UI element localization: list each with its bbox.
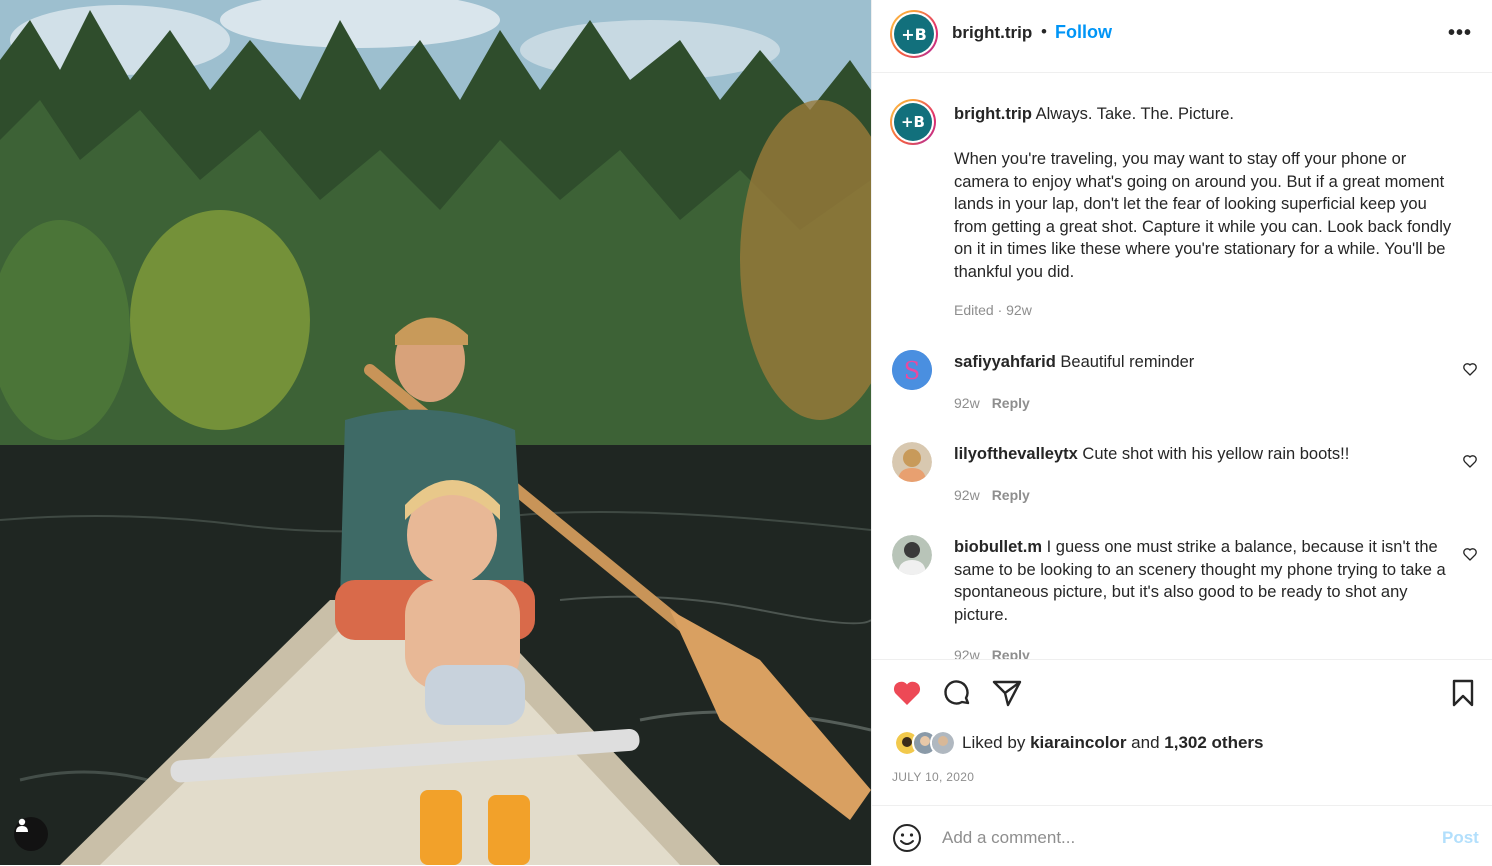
comments-list[interactable]: +B bright.trip Always. Take. The. Pictur…	[872, 73, 1492, 659]
caption-body: When you're traveling, you may want to s…	[954, 150, 1452, 281]
comment-avatar[interactable]	[892, 535, 932, 575]
likes-text: Liked by kiaraincolor and 1,302 others	[962, 733, 1264, 753]
comment-username[interactable]: lilyofthevalleytx	[954, 445, 1078, 463]
comment-text: Cute shot with his yellow rain boots!!	[1082, 445, 1350, 463]
comment-age: 92w	[954, 487, 980, 503]
emoji-icon[interactable]	[892, 823, 922, 853]
comment-avatar[interactable]	[892, 442, 932, 482]
comment-text-line: safiyyahfarid Beautiful reminder	[954, 351, 1454, 374]
reply-button[interactable]: Reply	[992, 487, 1030, 503]
likes-user[interactable]: kiaraincolor	[1030, 733, 1126, 752]
more-icon[interactable]: •••	[1448, 22, 1472, 45]
comment-icon[interactable]	[941, 677, 973, 709]
comment-avatar[interactable]: S	[892, 350, 932, 390]
caption-avatar[interactable]: +B	[890, 99, 936, 145]
likes-summary[interactable]: Liked by kiaraincolor and 1,302 others	[894, 730, 1264, 756]
reply-button[interactable]: Reply	[992, 647, 1030, 659]
comment-text-block: biobullet.m I guess one must strike a ba…	[954, 536, 1454, 626]
photo-illustration	[0, 0, 871, 865]
comment-text: Beautiful reminder	[1060, 353, 1195, 371]
heart-outline-icon[interactable]	[1462, 361, 1478, 377]
comment-input[interactable]	[940, 820, 1424, 856]
heart-outline-icon[interactable]	[1462, 453, 1478, 469]
share-icon[interactable]	[991, 677, 1023, 709]
reply-button[interactable]: Reply	[992, 395, 1030, 411]
comment-text-line: lilyofthevalleytx Cute shot with his yel…	[954, 443, 1454, 466]
caption-title-line: bright.trip Always. Take. The. Picture.	[954, 103, 1454, 126]
heart-outline-icon[interactable]	[1462, 546, 1478, 562]
heart-filled-icon[interactable]	[891, 677, 923, 709]
comment-meta: 92w Reply	[954, 395, 1030, 411]
liker-avatar	[930, 730, 956, 756]
separator-dot: •	[1041, 22, 1047, 41]
caption-title: Always. Take. The. Picture.	[1035, 105, 1234, 123]
post-header: +B bright.trip • Follow •••	[872, 0, 1492, 73]
comment-meta: 92w Reply	[954, 487, 1030, 503]
caption-meta: Edited · 92w	[954, 302, 1032, 318]
likes-middle: and	[1131, 733, 1160, 752]
post-date[interactable]: JULY 10, 2020	[892, 770, 974, 784]
bookmark-icon[interactable]	[1447, 677, 1479, 709]
post-side-panel: +B bright.trip • Follow ••• +B bright.tr…	[872, 0, 1492, 865]
author-username[interactable]: bright.trip	[952, 23, 1032, 43]
svg-text:S: S	[904, 357, 920, 385]
comment-username[interactable]: safiyyahfarid	[954, 353, 1056, 371]
caption-username[interactable]: bright.trip	[954, 105, 1032, 123]
comment-username[interactable]: biobullet.m	[954, 538, 1042, 556]
caption-avatar-letter: +B	[894, 103, 932, 141]
likes-prefix: Liked by	[962, 733, 1026, 752]
post-comment-button[interactable]: Post	[1442, 828, 1479, 848]
follow-button[interactable]: Follow	[1055, 22, 1112, 43]
likes-others[interactable]: 1,302 others	[1164, 733, 1263, 752]
comment-age: 92w	[954, 395, 980, 411]
comment-composer: Post	[872, 805, 1492, 866]
comment-age: 92w	[954, 647, 980, 659]
post-photo[interactable]	[0, 0, 871, 865]
post-actions: Liked by kiaraincolor and 1,302 others J…	[872, 659, 1492, 806]
author-avatar-letter: +B	[894, 14, 934, 54]
comment-meta: 92w Reply	[954, 647, 1030, 659]
author-avatar[interactable]: +B	[890, 10, 938, 58]
user-tag-icon[interactable]	[14, 817, 48, 851]
